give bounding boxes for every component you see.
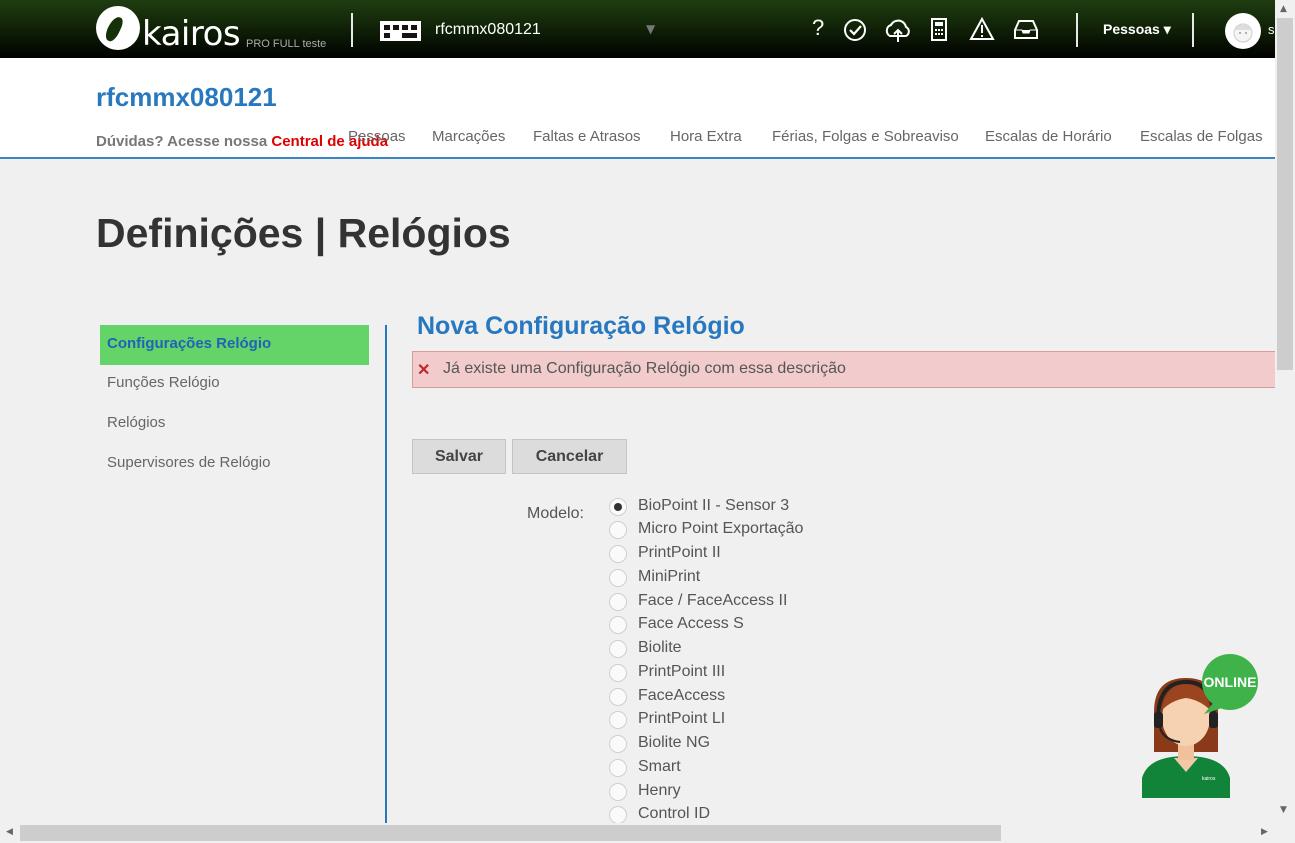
logo-text: kairos (142, 14, 241, 54)
radio-button[interactable] (609, 806, 627, 824)
scroll-left-icon[interactable]: ◀ (6, 827, 13, 837)
user-avatar[interactable] (1225, 13, 1261, 49)
radio-button[interactable] (609, 640, 627, 658)
company-selector[interactable]: rfcmmx080121 ▼ (380, 18, 680, 42)
error-message: Já existe uma Configuração Relógio com e… (443, 360, 846, 377)
top-header-bar: kairos PRO FULL teste rfcmmx080121 ▼ ? P… (0, 0, 1275, 58)
cloud-upload-icon[interactable] (882, 16, 914, 44)
header-divider (1076, 13, 1078, 47)
radio-button[interactable] (609, 545, 627, 563)
company-header: rfcmmx080121 Dúvidas? Acesse nossa Centr… (0, 58, 1275, 159)
radio-button[interactable] (609, 593, 627, 611)
radio-button[interactable] (609, 688, 627, 706)
close-icon: ✕ (417, 362, 431, 379)
radio-button[interactable] (609, 569, 627, 587)
left-menu-funcoes-relogio[interactable]: Funções Relógio (100, 364, 369, 404)
user-name-initial[interactable]: s (1268, 22, 1275, 37)
radio-button[interactable] (609, 759, 627, 777)
scroll-down-icon[interactable]: ▼ (1280, 805, 1287, 815)
nav-marcacoes[interactable]: Marcações (432, 128, 505, 145)
radio-button[interactable] (609, 664, 627, 682)
shirt-logo-text: kairos (1202, 776, 1216, 782)
nav-ferias-folgas[interactable]: Férias, Folgas e Sobreaviso (772, 128, 959, 145)
horizontal-scroll-thumb[interactable] (20, 825, 1001, 841)
radio-button[interactable] (609, 711, 627, 729)
model-label: Modelo: (527, 505, 584, 522)
radio-button[interactable] (609, 735, 627, 753)
inbox-icon[interactable] (1012, 16, 1040, 44)
help-icon[interactable]: ? (806, 15, 834, 44)
cancel-button[interactable]: Cancelar (512, 439, 627, 474)
help-text: Dúvidas? Acesse nossa Central de ajuda (96, 133, 389, 150)
warning-icon[interactable] (968, 16, 996, 44)
calculator-icon[interactable] (926, 16, 954, 44)
radio-button[interactable] (609, 783, 627, 801)
left-menu-supervisores-relogio[interactable]: Supervisores de Relógio (100, 444, 369, 484)
people-menu-button[interactable]: Pessoas ▾ (1103, 21, 1171, 38)
vertical-scroll-thumb[interactable] (1277, 18, 1293, 370)
nav-faltas-atrasos[interactable]: Faltas e Atrasos (533, 128, 641, 145)
company-title: rfcmmx080121 (96, 82, 277, 112)
header-divider (1192, 13, 1194, 47)
scroll-up-icon[interactable]: ▲ (1280, 4, 1287, 14)
error-alert: ✕ Já existe uma Configuração Relógio com… (412, 351, 1282, 388)
left-menu-configuracoes-relogio[interactable]: Configurações Relógio (100, 325, 369, 365)
chevron-down-icon: ▼ (646, 22, 656, 36)
save-button[interactable]: Salvar (412, 439, 506, 474)
section-divider (385, 325, 387, 825)
nav-pessoas[interactable]: Pessoas (348, 128, 406, 145)
radio-button[interactable] (609, 521, 627, 539)
logo-mark-icon (96, 6, 140, 50)
company-name: rfcmmx080121 (435, 21, 541, 38)
nav-hora-extra[interactable]: Hora Extra (670, 128, 742, 145)
clock-check-icon[interactable] (841, 16, 869, 44)
logo-subtitle: PRO FULL teste (246, 38, 327, 50)
header-divider (351, 13, 353, 47)
building-icon (380, 21, 421, 41)
online-badge-text: ONLINE (1204, 674, 1257, 690)
scroll-right-icon[interactable]: ▶ (1261, 827, 1268, 837)
radio-button[interactable] (609, 616, 627, 634)
nav-escalas-folgas[interactable]: Escalas de Folgas (1140, 128, 1263, 145)
online-chat-widget[interactable]: ONLINE kairos (1140, 652, 1262, 798)
page-title: Definições | Relógios (96, 210, 511, 256)
form-title: Nova Configuração Relógio (417, 312, 745, 340)
nav-escalas-horario[interactable]: Escalas de Horário (985, 128, 1112, 145)
left-menu-relogios[interactable]: Relógios (100, 404, 369, 444)
radio-button[interactable] (609, 498, 627, 516)
